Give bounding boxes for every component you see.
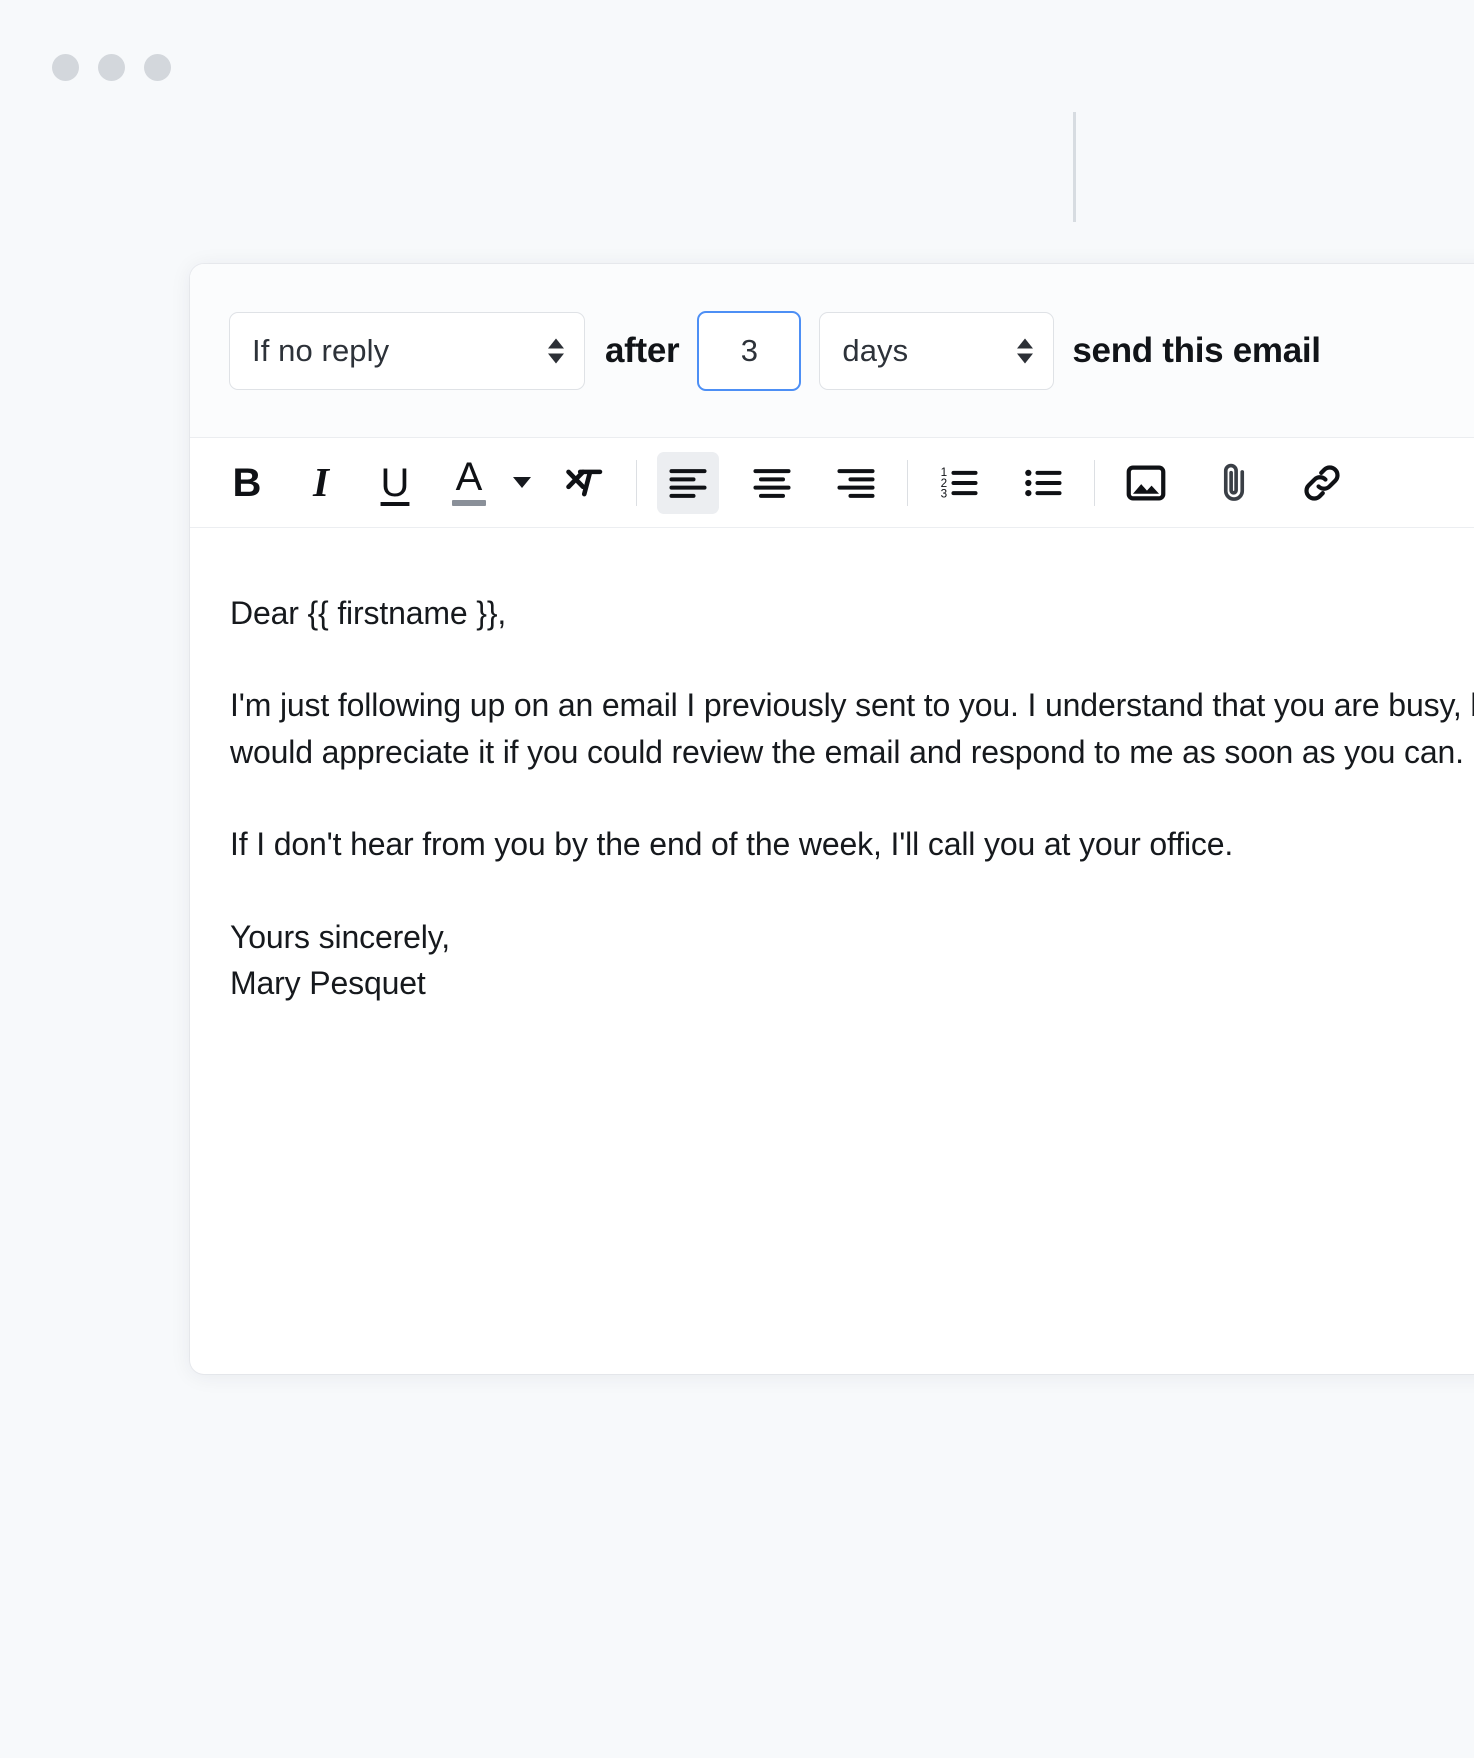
image-icon [1126, 465, 1166, 500]
align-center-button[interactable] [741, 452, 803, 514]
italic-button[interactable]: I [290, 452, 352, 514]
underline-icon: U [380, 460, 410, 505]
trigger-condition-select[interactable]: If no reply [229, 311, 585, 390]
updown-spinner-icon [1017, 338, 1034, 363]
bullet-list-button[interactable] [1012, 452, 1074, 514]
close-window-icon[interactable] [52, 54, 79, 81]
email-paragraph-1: I'm just following up on an email I prev… [230, 687, 1474, 770]
text-color-button[interactable]: A [438, 452, 500, 514]
text-color-icon: A [452, 457, 486, 506]
align-left-button[interactable] [657, 451, 719, 514]
ordered-list-icon: 1 2 3 [941, 466, 978, 500]
clear-formatting-icon [566, 469, 603, 496]
align-left-icon [669, 468, 707, 498]
chevron-down-icon [513, 477, 531, 488]
attach-file-button[interactable] [1203, 452, 1265, 514]
paperclip-icon [1223, 463, 1245, 501]
delay-value-input[interactable] [697, 310, 802, 391]
bold-button[interactable]: B [216, 452, 278, 514]
window-titlebar [0, 0, 1474, 132]
updown-spinner-icon [548, 338, 564, 363]
link-icon [1304, 464, 1340, 501]
email-body-editor[interactable]: Dear {{ firstname }}, I'm just following… [190, 528, 1474, 1006]
toolbar-divider [907, 459, 908, 506]
delay-unit-select[interactable]: days [819, 311, 1055, 390]
zoom-window-icon[interactable] [144, 54, 171, 81]
text-cursor-indicator [1073, 112, 1076, 222]
traffic-lights [52, 54, 171, 81]
clear-formatting-button[interactable] [554, 452, 616, 514]
delay-unit-value: days [842, 332, 909, 368]
underline-button[interactable]: U [364, 452, 426, 514]
insert-link-button[interactable] [1291, 452, 1353, 514]
toolbar-divider [1094, 459, 1095, 506]
ordered-list-button[interactable]: 1 2 3 [928, 452, 990, 514]
bullet-list-icon [1025, 469, 1062, 496]
email-sender-name: Mary Pesquet [230, 964, 426, 1001]
email-signoff: Yours sincerely, [230, 918, 450, 955]
app-window: If no reply after days send this email B [0, 0, 1474, 1758]
send-this-email-label: send this email [1072, 330, 1321, 370]
align-center-icon [753, 468, 791, 498]
toolbar-divider [636, 459, 637, 506]
insert-image-button[interactable] [1115, 452, 1177, 514]
email-paragraph-2: If I don't hear from you by the end of t… [230, 826, 1234, 863]
italic-icon: I [313, 459, 329, 505]
rich-text-toolbar: B I U A 1 2 3 [190, 438, 1474, 528]
align-right-button[interactable] [825, 452, 887, 514]
email-editor-card: If no reply after days send this email B [190, 264, 1474, 1374]
minimize-window-icon[interactable] [98, 54, 125, 81]
follow-up-condition-bar: If no reply after days send this email [190, 264, 1474, 438]
align-right-icon [837, 468, 875, 498]
after-label: after [605, 330, 680, 370]
svg-text:3: 3 [941, 487, 948, 500]
bold-icon: B [232, 460, 262, 505]
trigger-condition-value: If no reply [252, 332, 390, 368]
text-color-dropdown[interactable] [500, 452, 542, 514]
email-greeting: Dear {{ firstname }}, [230, 595, 507, 631]
